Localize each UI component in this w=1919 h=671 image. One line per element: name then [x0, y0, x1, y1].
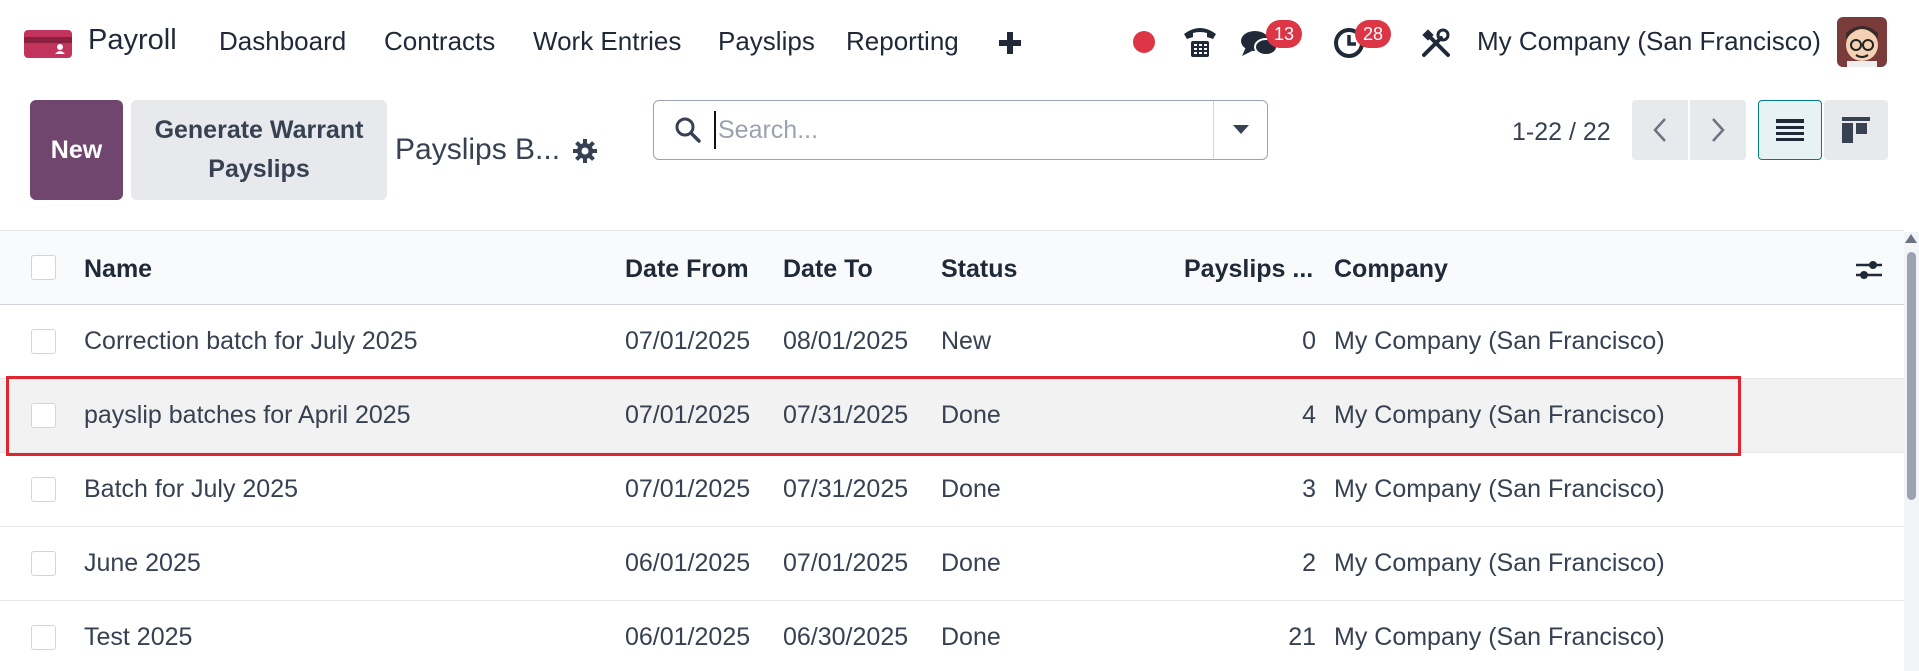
list-view-icon	[1776, 119, 1804, 141]
cell-payslips: 4	[1302, 401, 1316, 429]
cell-name: Test 2025	[84, 623, 193, 651]
cell-date-to: 07/31/2025	[783, 475, 909, 503]
cell-payslips: 0	[1302, 327, 1316, 355]
activities-badge: 28	[1355, 20, 1392, 48]
scrollbar-thumb[interactable]	[1907, 252, 1916, 500]
row-checkbox[interactable]	[31, 551, 56, 576]
kanban-view-button[interactable]	[1824, 100, 1888, 160]
cell-company: My Company (San Francisco)	[1334, 623, 1665, 651]
plus-icon[interactable]	[998, 24, 1022, 60]
gear-icon[interactable]	[572, 138, 598, 164]
table-row[interactable]: June 2025 06/01/2025 07/01/2025 Done 2 M…	[0, 527, 1904, 601]
menu-reporting[interactable]: Reporting	[846, 26, 959, 57]
search-options-toggle[interactable]	[1213, 101, 1267, 158]
cell-status: Done	[941, 623, 1001, 651]
kanban-view-icon	[1842, 117, 1870, 143]
pager-previous-button[interactable]	[1632, 100, 1688, 160]
menu-work-entries[interactable]: Work Entries	[533, 26, 681, 57]
cell-company: My Company (San Francisco)	[1334, 327, 1665, 355]
row-checkbox[interactable]	[31, 329, 56, 354]
tools-icon[interactable]	[1421, 28, 1451, 58]
cell-status: New	[941, 327, 992, 355]
cell-status: Done	[941, 549, 1001, 577]
column-status[interactable]: Status	[941, 255, 1017, 284]
pager-next-button[interactable]	[1690, 100, 1746, 160]
company-switcher[interactable]: My Company (San Francisco)	[1477, 26, 1821, 57]
cell-date-from: 06/01/2025	[625, 623, 751, 651]
table-row[interactable]: Batch for July 2025 07/01/2025 07/31/202…	[0, 453, 1904, 527]
row-checkbox[interactable]	[31, 625, 56, 650]
cell-name: June 2025	[84, 549, 201, 577]
caret-down-icon	[1232, 124, 1249, 134]
app-name[interactable]: Payroll	[88, 24, 177, 57]
top-navbar: Payroll Dashboard Contracts Work Entries…	[0, 0, 1919, 84]
table-row[interactable]: payslip batches for April 2025 07/01/202…	[0, 379, 1904, 453]
new-button[interactable]: New	[30, 100, 123, 200]
cell-company: My Company (San Francisco)	[1334, 401, 1665, 429]
menu-dashboard[interactable]: Dashboard	[219, 26, 346, 57]
cell-date-from: 06/01/2025	[625, 549, 751, 577]
list-view-button[interactable]	[1758, 100, 1822, 160]
cell-payslips: 3	[1302, 475, 1316, 503]
cell-company: My Company (San Francisco)	[1334, 549, 1665, 577]
list-header: Name Date From Date To Status Payslips .…	[0, 230, 1904, 305]
select-all-checkbox[interactable]	[31, 255, 56, 280]
cell-date-to: 06/30/2025	[783, 623, 909, 651]
payroll-app-icon[interactable]	[24, 28, 72, 60]
breadcrumb-title: Payslips B...	[395, 133, 561, 166]
messages-badge: 13	[1266, 20, 1303, 48]
cell-payslips: 21	[1288, 623, 1316, 651]
column-company[interactable]: Company	[1334, 255, 1448, 284]
chevron-left-icon	[1653, 118, 1666, 142]
cell-name: Batch for July 2025	[84, 475, 299, 503]
chevron-right-icon	[1712, 118, 1725, 142]
cell-date-from: 07/01/2025	[625, 401, 751, 429]
cell-date-from: 07/01/2025	[625, 475, 751, 503]
cell-date-to: 07/31/2025	[783, 401, 909, 429]
cell-date-to: 08/01/2025	[783, 327, 909, 355]
menu-payslips[interactable]: Payslips	[718, 26, 815, 57]
cell-name: payslip batches for April 2025	[84, 401, 411, 429]
user-avatar[interactable]	[1837, 17, 1887, 67]
table-row[interactable]: Correction batch for July 2025 07/01/202…	[0, 305, 1904, 379]
recording-dot-icon[interactable]	[1133, 31, 1155, 53]
phone-icon[interactable]	[1180, 24, 1220, 60]
cell-status: Done	[941, 475, 1001, 503]
column-payslips[interactable]: Payslips ...	[1184, 255, 1313, 284]
cell-status: Done	[941, 401, 1001, 429]
pager-value[interactable]: 1-22 / 22	[1512, 118, 1611, 147]
column-date-from[interactable]: Date From	[625, 255, 749, 284]
column-name[interactable]: Name	[84, 255, 152, 284]
cell-company: My Company (San Francisco)	[1334, 475, 1665, 503]
cell-payslips: 2	[1302, 549, 1316, 577]
scroll-up-arrow-icon[interactable]	[1905, 234, 1917, 243]
cell-date-from: 07/01/2025	[625, 327, 751, 355]
generate-warrant-payslips-button[interactable]: Generate Warrant Payslips	[131, 100, 387, 200]
cell-date-to: 07/01/2025	[783, 549, 909, 577]
row-checkbox[interactable]	[31, 403, 56, 428]
optional-columns-icon[interactable]	[1854, 257, 1884, 283]
row-checkbox[interactable]	[31, 477, 56, 502]
search-icon	[675, 117, 701, 143]
column-date-to[interactable]: Date To	[783, 255, 873, 284]
cell-name: Correction batch for July 2025	[84, 327, 418, 355]
menu-contracts[interactable]: Contracts	[384, 26, 495, 57]
search-input[interactable]	[714, 111, 1254, 149]
search-bar	[653, 100, 1268, 160]
table-row[interactable]: Test 2025 06/01/2025 06/30/2025 Done 21 …	[0, 601, 1904, 671]
